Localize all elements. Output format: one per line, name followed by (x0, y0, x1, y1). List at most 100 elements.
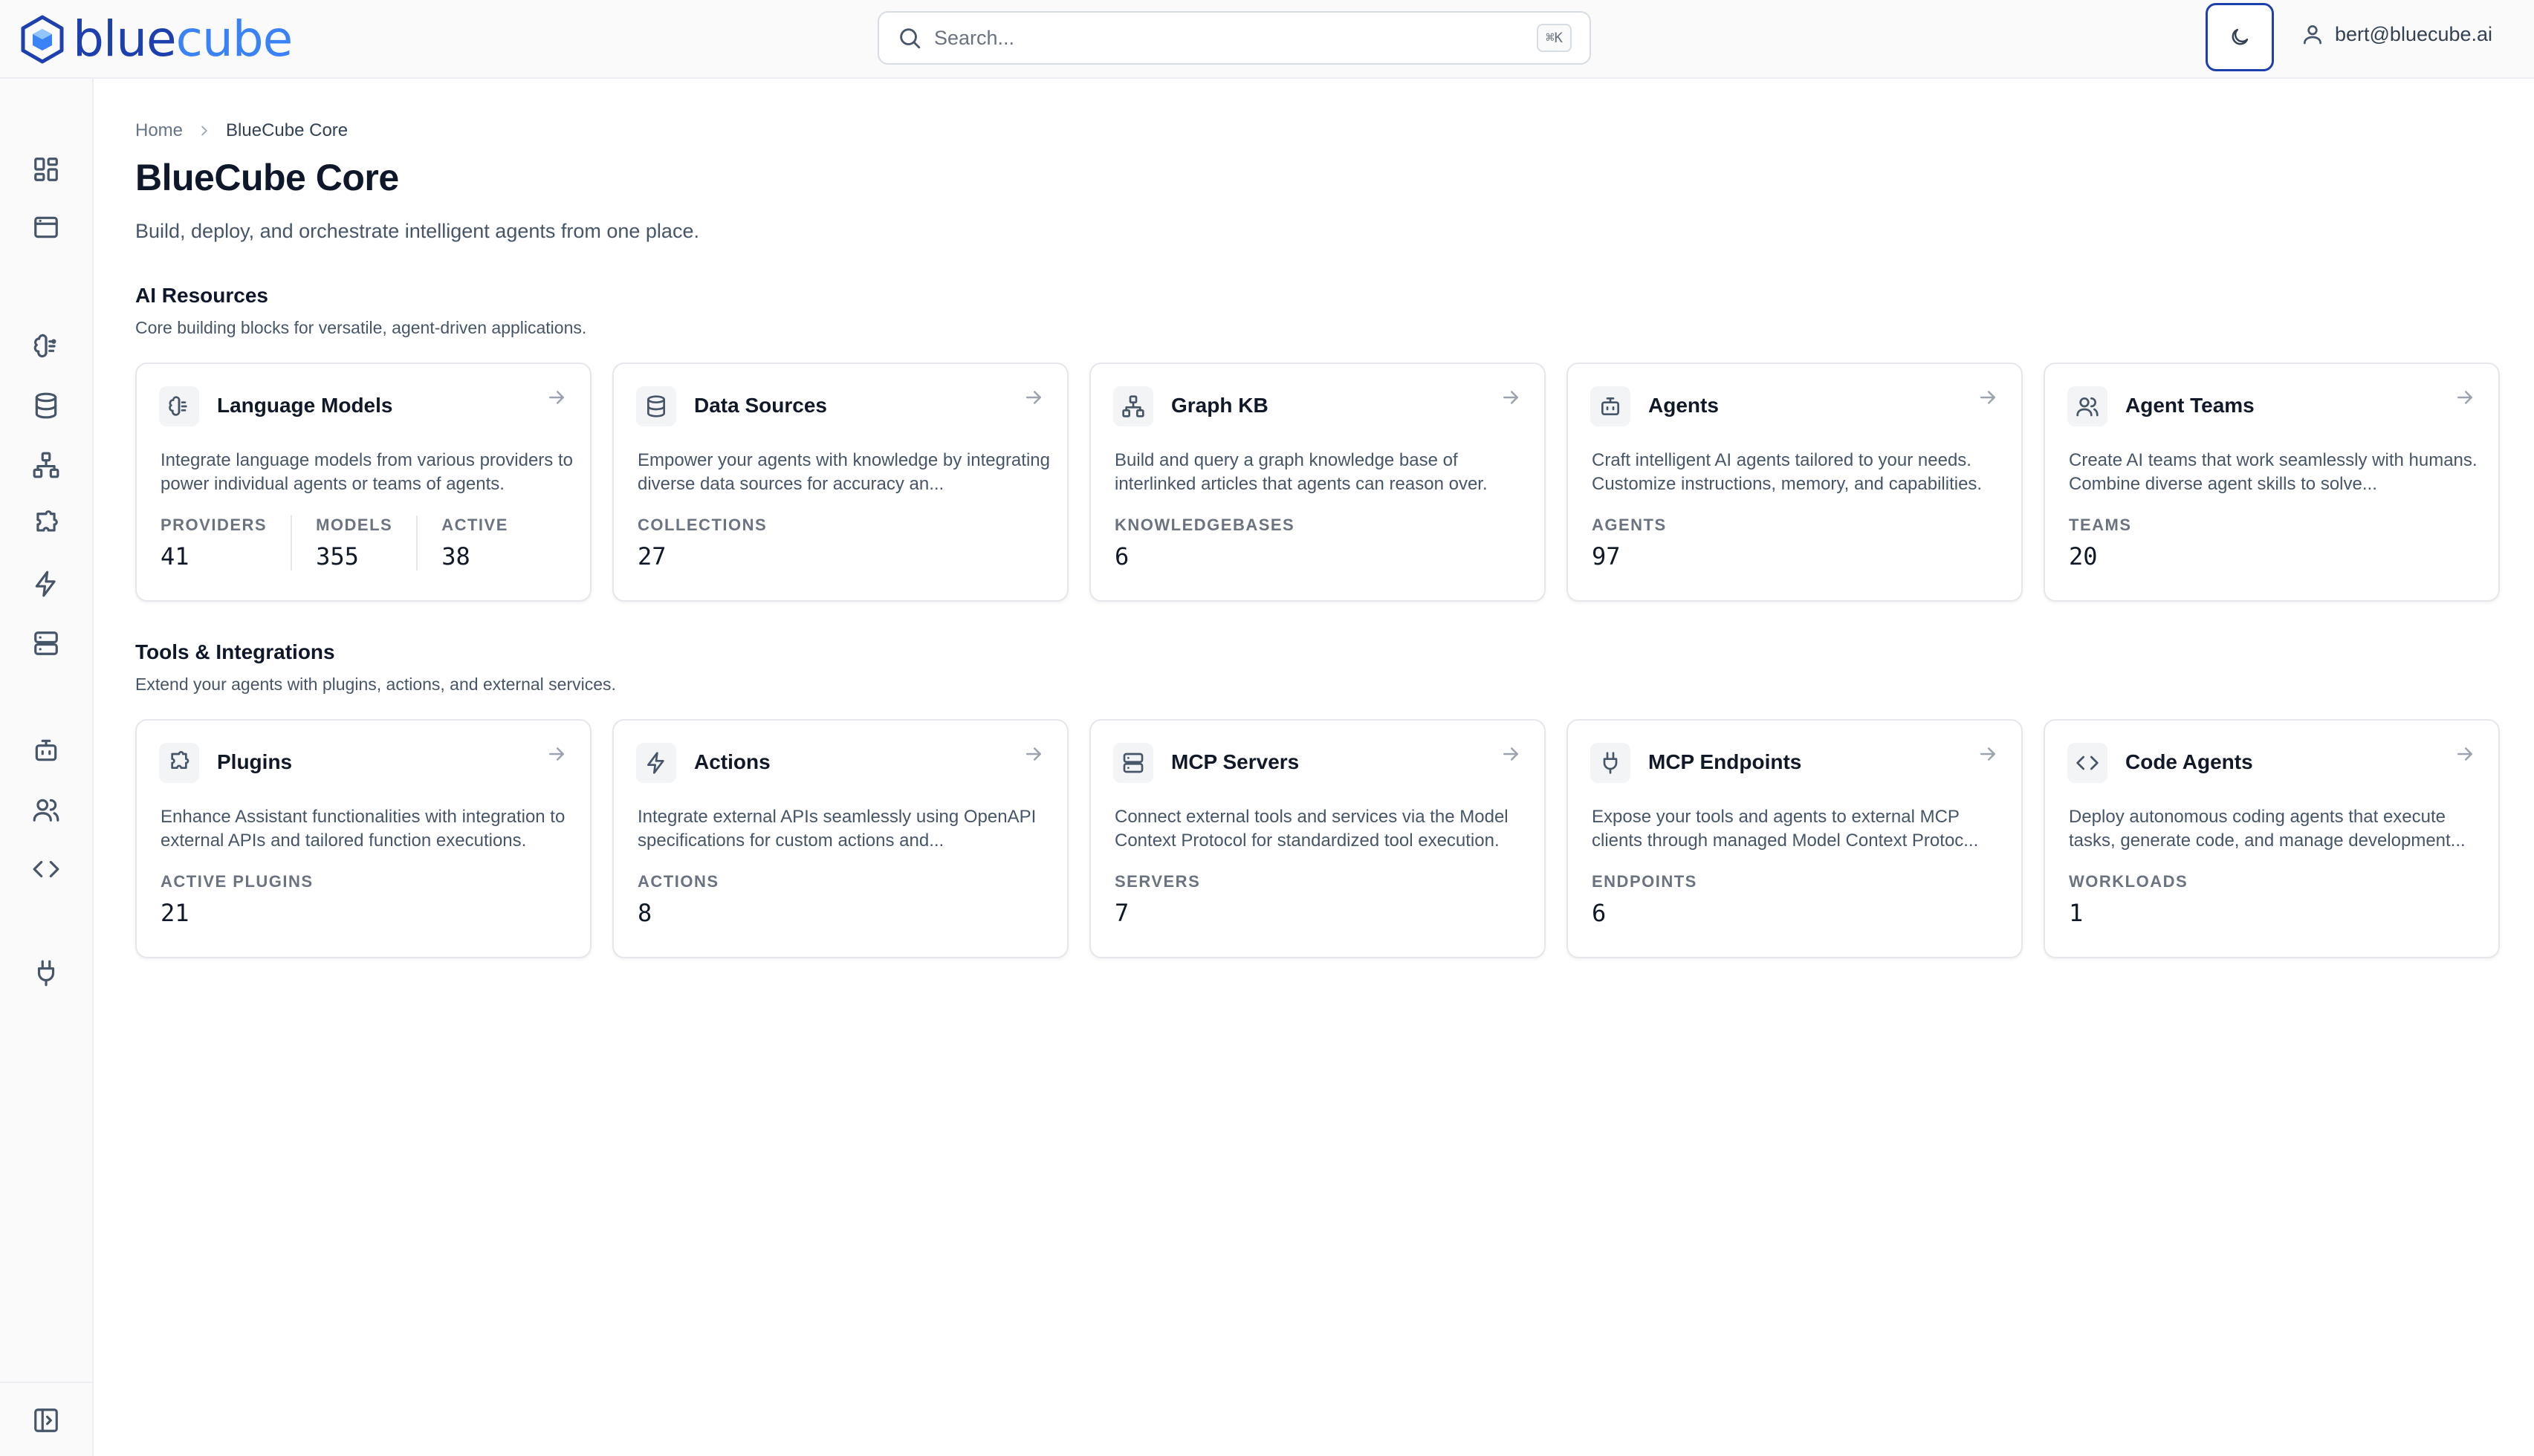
card-actions[interactable]: Actions Integrate external APIs seamless… (612, 719, 1069, 958)
sidebar-item-graph-kb[interactable] (28, 447, 64, 483)
code-icon (33, 860, 59, 878)
network-icon (1122, 395, 1144, 417)
brain-icon (33, 334, 56, 358)
brain-icon (169, 396, 187, 416)
user-menu[interactable]: bert@bluecube.ai (2301, 22, 2492, 46)
server-icon (34, 631, 58, 655)
logo-text-cube: cube (175, 10, 294, 68)
sidebar-item-dashboard[interactable] (28, 152, 64, 187)
card-language-models[interactable]: Language Models Integrate language model… (135, 363, 592, 602)
users-icon (33, 799, 59, 822)
puzzle-icon (36, 510, 58, 532)
stat-label: ENDPOINTS (1592, 872, 1697, 891)
sidebar-toggle-icon (34, 1408, 58, 1432)
stat-value: 41 (161, 542, 189, 571)
theme-toggle-button[interactable] (2206, 3, 2274, 71)
sidebar-item-actions[interactable] (28, 566, 64, 602)
card-code-agents[interactable]: Code Agents Deploy autonomous coding age… (2044, 719, 2500, 958)
code-icon (2076, 755, 2099, 770)
page-title: BlueCube Core (135, 157, 399, 198)
stat-value: 355 (316, 542, 359, 571)
card-description: Deploy autonomous coding agents that exe… (2069, 807, 2466, 851)
stat-active-plugins: ACTIVE PLUGINS 21 (161, 872, 337, 927)
card-stats: SERVERS 7 (1115, 872, 1224, 927)
database-icon (35, 392, 57, 419)
card-description: Build and query a graph knowledge base o… (1115, 450, 1488, 494)
card-title: Plugins (217, 750, 293, 773)
stat-value: 38 (441, 542, 470, 571)
stat-label: MODELS (316, 516, 393, 534)
stat-value: 7 (1115, 899, 1130, 927)
stat-value: 1 (2069, 899, 2084, 927)
section-title-tools-integrations: Tools & Integrations (135, 640, 335, 663)
chevron-right-icon (201, 126, 207, 136)
stat-workloads: WORKLOADS 1 (2069, 872, 2211, 927)
stat-label: WORKLOADS (2069, 872, 2188, 891)
stat-actions: ACTIONS 8 (638, 872, 743, 927)
card-mcp-servers[interactable]: MCP Servers Connect external tools and s… (1089, 719, 1546, 958)
logo-wordmark: bluecube (73, 15, 293, 64)
stat-servers: SERVERS 7 (1115, 872, 1224, 927)
stat-value: 8 (638, 899, 652, 927)
card-description: Empower your agents with knowledge by in… (638, 450, 1050, 494)
bluecube-logo[interactable]: bluecube (19, 12, 293, 67)
card-plugins[interactable]: Plugins Enhance Assistant functionalitie… (135, 719, 592, 958)
card-stats: TEAMS 20 (2069, 516, 2156, 571)
card-graph-kb[interactable]: Graph KB Build and query a graph knowled… (1089, 363, 1546, 602)
card-icon-box (2067, 386, 2107, 426)
card-icon-box (1590, 386, 1630, 426)
card-mcp-endpoints[interactable]: MCP Endpoints Expose your tools and agen… (1566, 719, 2023, 958)
database-icon (647, 395, 665, 417)
user-icon (2304, 25, 2321, 45)
dashboard-icon (34, 157, 58, 181)
card-description: Integrate external APIs seamlessly using… (638, 807, 1037, 851)
plug-icon (37, 960, 55, 987)
card-description: Create AI teams that work seamlessly wit… (2069, 450, 2478, 494)
stat-label: AGENTS (1592, 516, 1667, 534)
sidebar-item-agent-teams[interactable] (28, 792, 64, 828)
card-title: Agent Teams (2125, 394, 2255, 417)
sidebar-item-mcp-servers[interactable] (28, 625, 64, 661)
logo-text-blue: blue (73, 10, 177, 68)
puzzle-icon (171, 751, 189, 769)
card-stats: WORKLOADS 1 (2069, 872, 2211, 927)
search-shortcut-badge: ⌘K (1537, 24, 1572, 52)
stat-label: PROVIDERS (161, 516, 268, 534)
arrow-right-icon (2457, 391, 2472, 404)
bot-icon (1601, 397, 1619, 415)
card-title: Language Models (217, 394, 393, 417)
card-icon-box (636, 743, 676, 783)
stat-label: ACTIONS (638, 872, 719, 891)
stat-teams: TEAMS 20 (2069, 516, 2156, 571)
arrow-right-icon (1503, 747, 1518, 761)
search-input[interactable]: Search... ⌘K (878, 11, 1591, 65)
sidebar-item-language-models[interactable] (28, 328, 64, 364)
section-desc-tools-integrations: Extend your agents with plugins, actions… (135, 675, 616, 694)
sidebar-item-plugins[interactable] (28, 507, 64, 542)
sidebar-item-agents[interactable] (28, 732, 64, 768)
stat-value: 21 (161, 899, 189, 927)
card-description: Integrate language models from various p… (161, 450, 573, 494)
card-stats: AGENTS 97 (1592, 516, 1691, 571)
arrow-right-icon (1026, 747, 1041, 761)
sidebar-collapse-button[interactable] (28, 1403, 64, 1438)
stat-value: 27 (638, 542, 667, 571)
sidebar-item-apps[interactable] (28, 209, 64, 245)
cube-logo-icon (21, 15, 64, 64)
stat-collections: COLLECTIONS 27 (638, 516, 791, 571)
sidebar-item-mcp-endpoints[interactable] (28, 955, 64, 991)
sidebar-item-code-agents[interactable] (28, 851, 64, 887)
card-agent-teams[interactable]: Agent Teams Create AI teams that work se… (2044, 363, 2500, 602)
arrow-right-icon (1026, 391, 1041, 404)
card-icon-box (2067, 743, 2107, 783)
card-data-sources[interactable]: Data Sources Empower your agents with kn… (612, 363, 1069, 602)
arrow-right-icon (1503, 391, 1518, 404)
card-agents[interactable]: Agents Craft intelligent AI agents tailo… (1566, 363, 2023, 602)
breadcrumb-home-link[interactable]: Home (135, 120, 183, 141)
sidebar-item-data-sources[interactable] (28, 388, 64, 423)
card-stats: COLLECTIONS 27 (638, 516, 791, 571)
stat-value: 20 (2069, 542, 2098, 571)
stat-label: ACTIVE PLUGINS (161, 872, 314, 891)
card-stats: KNOWLEDGEBASES 6 (1115, 516, 1318, 571)
server-icon (1123, 753, 1144, 773)
